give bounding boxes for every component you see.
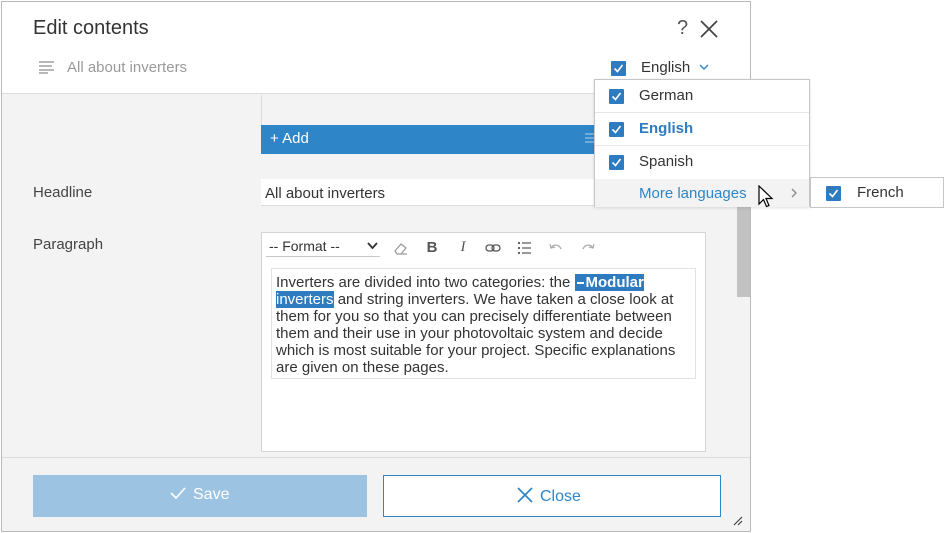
language-checkbox[interactable] <box>611 61 626 76</box>
language-option-french[interactable]: French <box>811 178 943 207</box>
spanish-checkbox[interactable] <box>609 155 624 170</box>
language-option-label: French <box>857 184 904 201</box>
mouse-pointer-icon <box>758 185 774 208</box>
more-languages-item[interactable]: More languages <box>595 179 809 207</box>
check-icon <box>611 158 622 167</box>
undo-icon[interactable] <box>547 239 565 257</box>
close-icon[interactable] <box>698 18 720 40</box>
language-option-spanish[interactable]: Spanish <box>595 146 809 179</box>
language-dropdown: German English Spanish More languages <box>594 79 810 207</box>
format-select-value: -- Format -- <box>269 238 340 254</box>
redo-icon[interactable] <box>579 239 597 257</box>
current-language: English <box>641 59 691 76</box>
lines-icon <box>39 61 54 74</box>
check-icon <box>611 92 622 101</box>
check-icon <box>170 487 186 500</box>
add-label: + Add <box>270 130 309 147</box>
list-icon[interactable] <box>516 239 534 257</box>
italic-icon[interactable]: I <box>454 239 472 257</box>
close-label: Close <box>540 488 581 505</box>
language-option-english[interactable]: English <box>595 113 809 146</box>
resize-icon[interactable] <box>733 516 743 526</box>
link-text-inverters: inverters <box>276 291 334 308</box>
close-icon <box>517 487 533 503</box>
link-text-modular: Modular <box>585 274 644 291</box>
english-checkbox[interactable] <box>609 122 624 137</box>
paragraph-text-before: Inverters are divided into two categorie… <box>276 274 575 291</box>
link-anchor-icon <box>576 282 584 285</box>
language-option-label: German <box>639 87 694 104</box>
language-option-german[interactable]: German <box>595 80 809 113</box>
check-icon <box>613 64 624 73</box>
more-languages-label: More languages <box>639 185 747 202</box>
dialog-footer: Save Close <box>2 457 750 531</box>
german-checkbox[interactable] <box>609 89 624 104</box>
bold-icon[interactable]: B <box>423 239 441 257</box>
check-icon <box>828 189 839 198</box>
paragraph-text-after: and string inverters. We have taken a cl… <box>276 291 676 376</box>
chevron-down-icon <box>367 242 378 250</box>
save-label: Save <box>193 486 230 503</box>
headline-label: Headline <box>33 184 93 201</box>
eraser-icon[interactable] <box>392 239 410 257</box>
help-icon[interactable]: ? <box>677 17 688 40</box>
link-icon[interactable] <box>484 239 502 257</box>
editor-toolbar: -- Format -- B I <box>262 233 705 261</box>
content-subtitle: All about inverters <box>67 59 188 76</box>
language-option-label: Spanish <box>639 153 694 170</box>
paragraph-label: Paragraph <box>33 236 104 253</box>
check-icon <box>611 125 622 134</box>
dialog-title: Edit contents <box>33 17 149 39</box>
language-option-label: English <box>639 120 694 137</box>
paragraph-editor: -- Format -- B I Inverters are divided i… <box>261 232 706 452</box>
paragraph-text[interactable]: Inverters are divided into two categorie… <box>271 268 696 379</box>
french-checkbox[interactable] <box>826 186 841 201</box>
scrollbar-thumb[interactable] <box>737 207 750 297</box>
save-button[interactable]: Save <box>33 475 367 517</box>
format-select[interactable]: -- Format -- <box>266 237 380 257</box>
close-button[interactable]: Close <box>383 475 721 517</box>
more-languages-submenu: French <box>810 177 944 208</box>
chevron-right-icon <box>791 188 797 198</box>
chevron-down-icon <box>699 64 709 70</box>
